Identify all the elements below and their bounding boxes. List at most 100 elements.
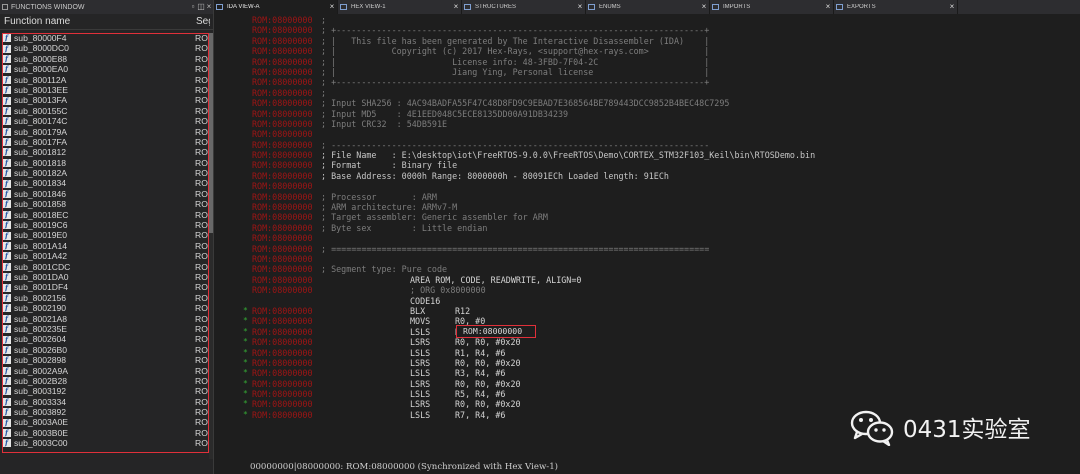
disasm-line[interactable]: ROM:08000000 [214,233,1080,243]
function-list-item[interactable]: fsub_80021A8 ROM [2,314,209,324]
disasm-line[interactable]: * ROM:08000000 LSRS R0, R0, #0x20 [214,358,1080,368]
disasm-line[interactable]: ROM:08000000 ; Base Address: 0000h Range:… [214,171,1080,181]
disasm-line[interactable]: ROM:08000000 ; | Copyright (c) 2017 Hex-R… [214,46,1080,56]
tab-close-icon[interactable]: × [947,0,957,14]
disasm-line[interactable]: ROM:08000000 [214,254,1080,264]
line-address[interactable]: ROM:08000000 [252,379,313,389]
line-address[interactable]: ROM:08000000 [252,119,313,129]
line-address[interactable]: ROM:08000000 [252,192,313,202]
tab-exports[interactable]: EXPORTS × [834,0,958,14]
function-list-item[interactable]: fsub_8000DC0 ROM [2,43,209,53]
function-list-item[interactable]: fsub_800155C ROM [2,106,209,116]
line-address[interactable]: ROM:08000000 [252,358,313,368]
line-address[interactable]: ROM:08000000 [252,88,313,98]
disasm-line[interactable]: ROM:08000000 ; ==========================… [214,244,1080,254]
line-address[interactable]: ROM:08000000 [252,244,313,254]
line-address[interactable]: ROM:08000000 [252,202,313,212]
function-list-item[interactable]: fsub_8003892 ROM [2,407,209,417]
function-list-item[interactable]: fsub_8002B28 ROM [2,376,209,386]
tab-close-icon[interactable]: × [823,0,833,14]
function-list-item[interactable]: fsub_8000EA0 ROM [2,64,209,74]
function-list-item[interactable]: fsub_800174C ROM [2,116,209,126]
line-address[interactable]: ROM:08000000 [252,129,313,139]
functions-list[interactable]: fsub_80000F4ROMfsub_8000DC0ROMfsub_8000E… [2,33,209,453]
function-list-item[interactable]: fsub_8001846 ROM [2,189,209,199]
disasm-line[interactable]: ROM:08000000 ; +-------------------------… [214,25,1080,35]
column-segment[interactable]: Segment [196,16,210,27]
line-address[interactable]: ROM:08000000 [252,399,313,409]
restore-icon[interactable]: ▫ [189,0,197,14]
disasm-line[interactable]: ROM:08000000 [214,181,1080,191]
function-list-item[interactable]: fsub_80026B0 ROM [2,345,209,355]
functions-scrollbar[interactable] [209,33,213,459]
function-list-item[interactable]: fsub_8003334 ROM [2,397,209,407]
function-list-item[interactable]: fsub_8001834 ROM [2,178,209,188]
tab-structures[interactable]: STRUCTURES × [462,0,586,14]
line-address[interactable]: ROM:08000000 [252,316,313,326]
disasm-line[interactable]: ROM:08000000 AREA ROM, CODE, READWRITE, A… [214,275,1080,285]
disasm-line[interactable]: ROM:08000000; [214,88,1080,98]
line-address[interactable]: ROM:08000000 [252,15,313,25]
function-list-item[interactable]: fsub_8003C00 ROM [2,438,209,448]
disasm-line[interactable]: ROM:08000000 ; Byte sex : Little endian [214,223,1080,233]
line-address[interactable]: ROM:08000000 [252,160,313,170]
function-list-item[interactable]: fsub_80000F4 ROM [2,33,209,43]
line-address[interactable]: ROM:08000000 [252,275,313,285]
float-icon[interactable]: ◫ [197,0,205,14]
function-list-item[interactable]: fsub_8001A42 ROM [2,251,209,261]
line-address[interactable]: ROM:08000000 [252,212,313,222]
disasm-line[interactable]: * ROM:08000000 LSRS R0, R0, #0x20 [214,337,1080,347]
function-list-item[interactable]: fsub_800182A ROM [2,168,209,178]
function-list-item[interactable]: fsub_800112A ROM [2,75,209,85]
line-address[interactable]: ROM:08000000 [252,223,313,233]
tab-hex-view-1[interactable]: HEX VIEW-1 × [338,0,462,14]
selected-address[interactable]: ROM:08000000 [456,325,536,338]
function-list-item[interactable]: fsub_8001DA0 ROM [2,272,209,282]
disasm-line[interactable]: ROM:08000000 ; Input MD5 : 4E1EED048C5ECE… [214,109,1080,119]
disasm-line[interactable]: * ROM:08000000 MOVS R0, #0 [214,316,1080,326]
tab-enums[interactable]: ENUMS × [586,0,710,14]
disasm-line[interactable]: ROM:08000000 ; Processor : ARM [214,192,1080,202]
disasm-line[interactable]: ROM:08000000 ; +-------------------------… [214,77,1080,87]
line-address[interactable]: ROM:08000000 [252,254,313,264]
disasm-line[interactable]: ROM:08000000 ; | This file has been gener… [214,36,1080,46]
disasm-line[interactable]: ROM:08000000 ; ARM architecture: ARMv7-M [214,202,1080,212]
function-list-item[interactable]: fsub_8001A14 ROM [2,241,209,251]
disasm-line[interactable]: ROM:08000000 ; | License info: 48-3FBD-7F… [214,57,1080,67]
tab-close-icon[interactable]: × [699,0,709,14]
function-list-item[interactable]: fsub_800235E ROM [2,324,209,334]
line-address[interactable]: ROM:08000000 [252,77,313,87]
line-address[interactable]: ROM:08000000 [252,150,313,160]
function-list-item[interactable]: fsub_80019C6 ROM [2,220,209,230]
function-list-item[interactable]: fsub_8002A9A ROM [2,366,209,376]
disasm-line[interactable]: CODE16 [214,296,1080,306]
line-address[interactable]: ROM:08000000 [252,171,313,181]
line-address[interactable]: ROM:08000000 [252,348,313,358]
tab-close-icon[interactable]: × [327,0,337,14]
function-list-item[interactable]: fsub_80017FA ROM [2,137,209,147]
line-address[interactable]: ROM:08000000 [252,140,313,150]
column-function-name[interactable]: Function name [0,16,196,27]
disasm-line[interactable]: * ROM:08000000 LSLS R5, R4, #6 [214,389,1080,399]
function-list-item[interactable]: fsub_8003A0E ROM [2,417,209,427]
function-list-item[interactable]: fsub_80013FA ROM [2,95,209,105]
disasm-line[interactable]: * ROM:08000000 LSLS R1, R4, #6 [214,348,1080,358]
close-icon[interactable]: × [205,0,213,14]
function-list-item[interactable]: fsub_800179A ROM [2,127,209,137]
disasm-line[interactable]: ROM:08000000 [214,129,1080,139]
line-address[interactable]: ROM:08000000 [252,98,313,108]
line-address[interactable]: ROM:08000000 [252,57,313,67]
disassembly-listing[interactable]: ROM:08000000; ROM:08000000; +------------… [214,15,1080,420]
line-address[interactable]: ROM:08000000 [252,285,313,295]
function-list-item[interactable]: fsub_8001812 ROM [2,147,209,157]
function-list-item[interactable]: fsub_8001CDC ROM [2,262,209,272]
tab-imports[interactable]: IMPORTS × [710,0,834,14]
disasm-line[interactable]: ROM:08000000; [214,15,1080,25]
line-address[interactable]: ROM:08000000 [252,337,313,347]
line-address[interactable]: ROM:08000000 [252,46,313,56]
function-list-item[interactable]: fsub_80013EE ROM [2,85,209,95]
function-list-item[interactable]: fsub_8001858 ROM [2,199,209,209]
function-list-item[interactable]: fsub_8002898 ROM [2,355,209,365]
function-list-item[interactable]: fsub_8000E88 ROM [2,54,209,64]
function-list-item[interactable]: fsub_8001818 ROM [2,158,209,168]
